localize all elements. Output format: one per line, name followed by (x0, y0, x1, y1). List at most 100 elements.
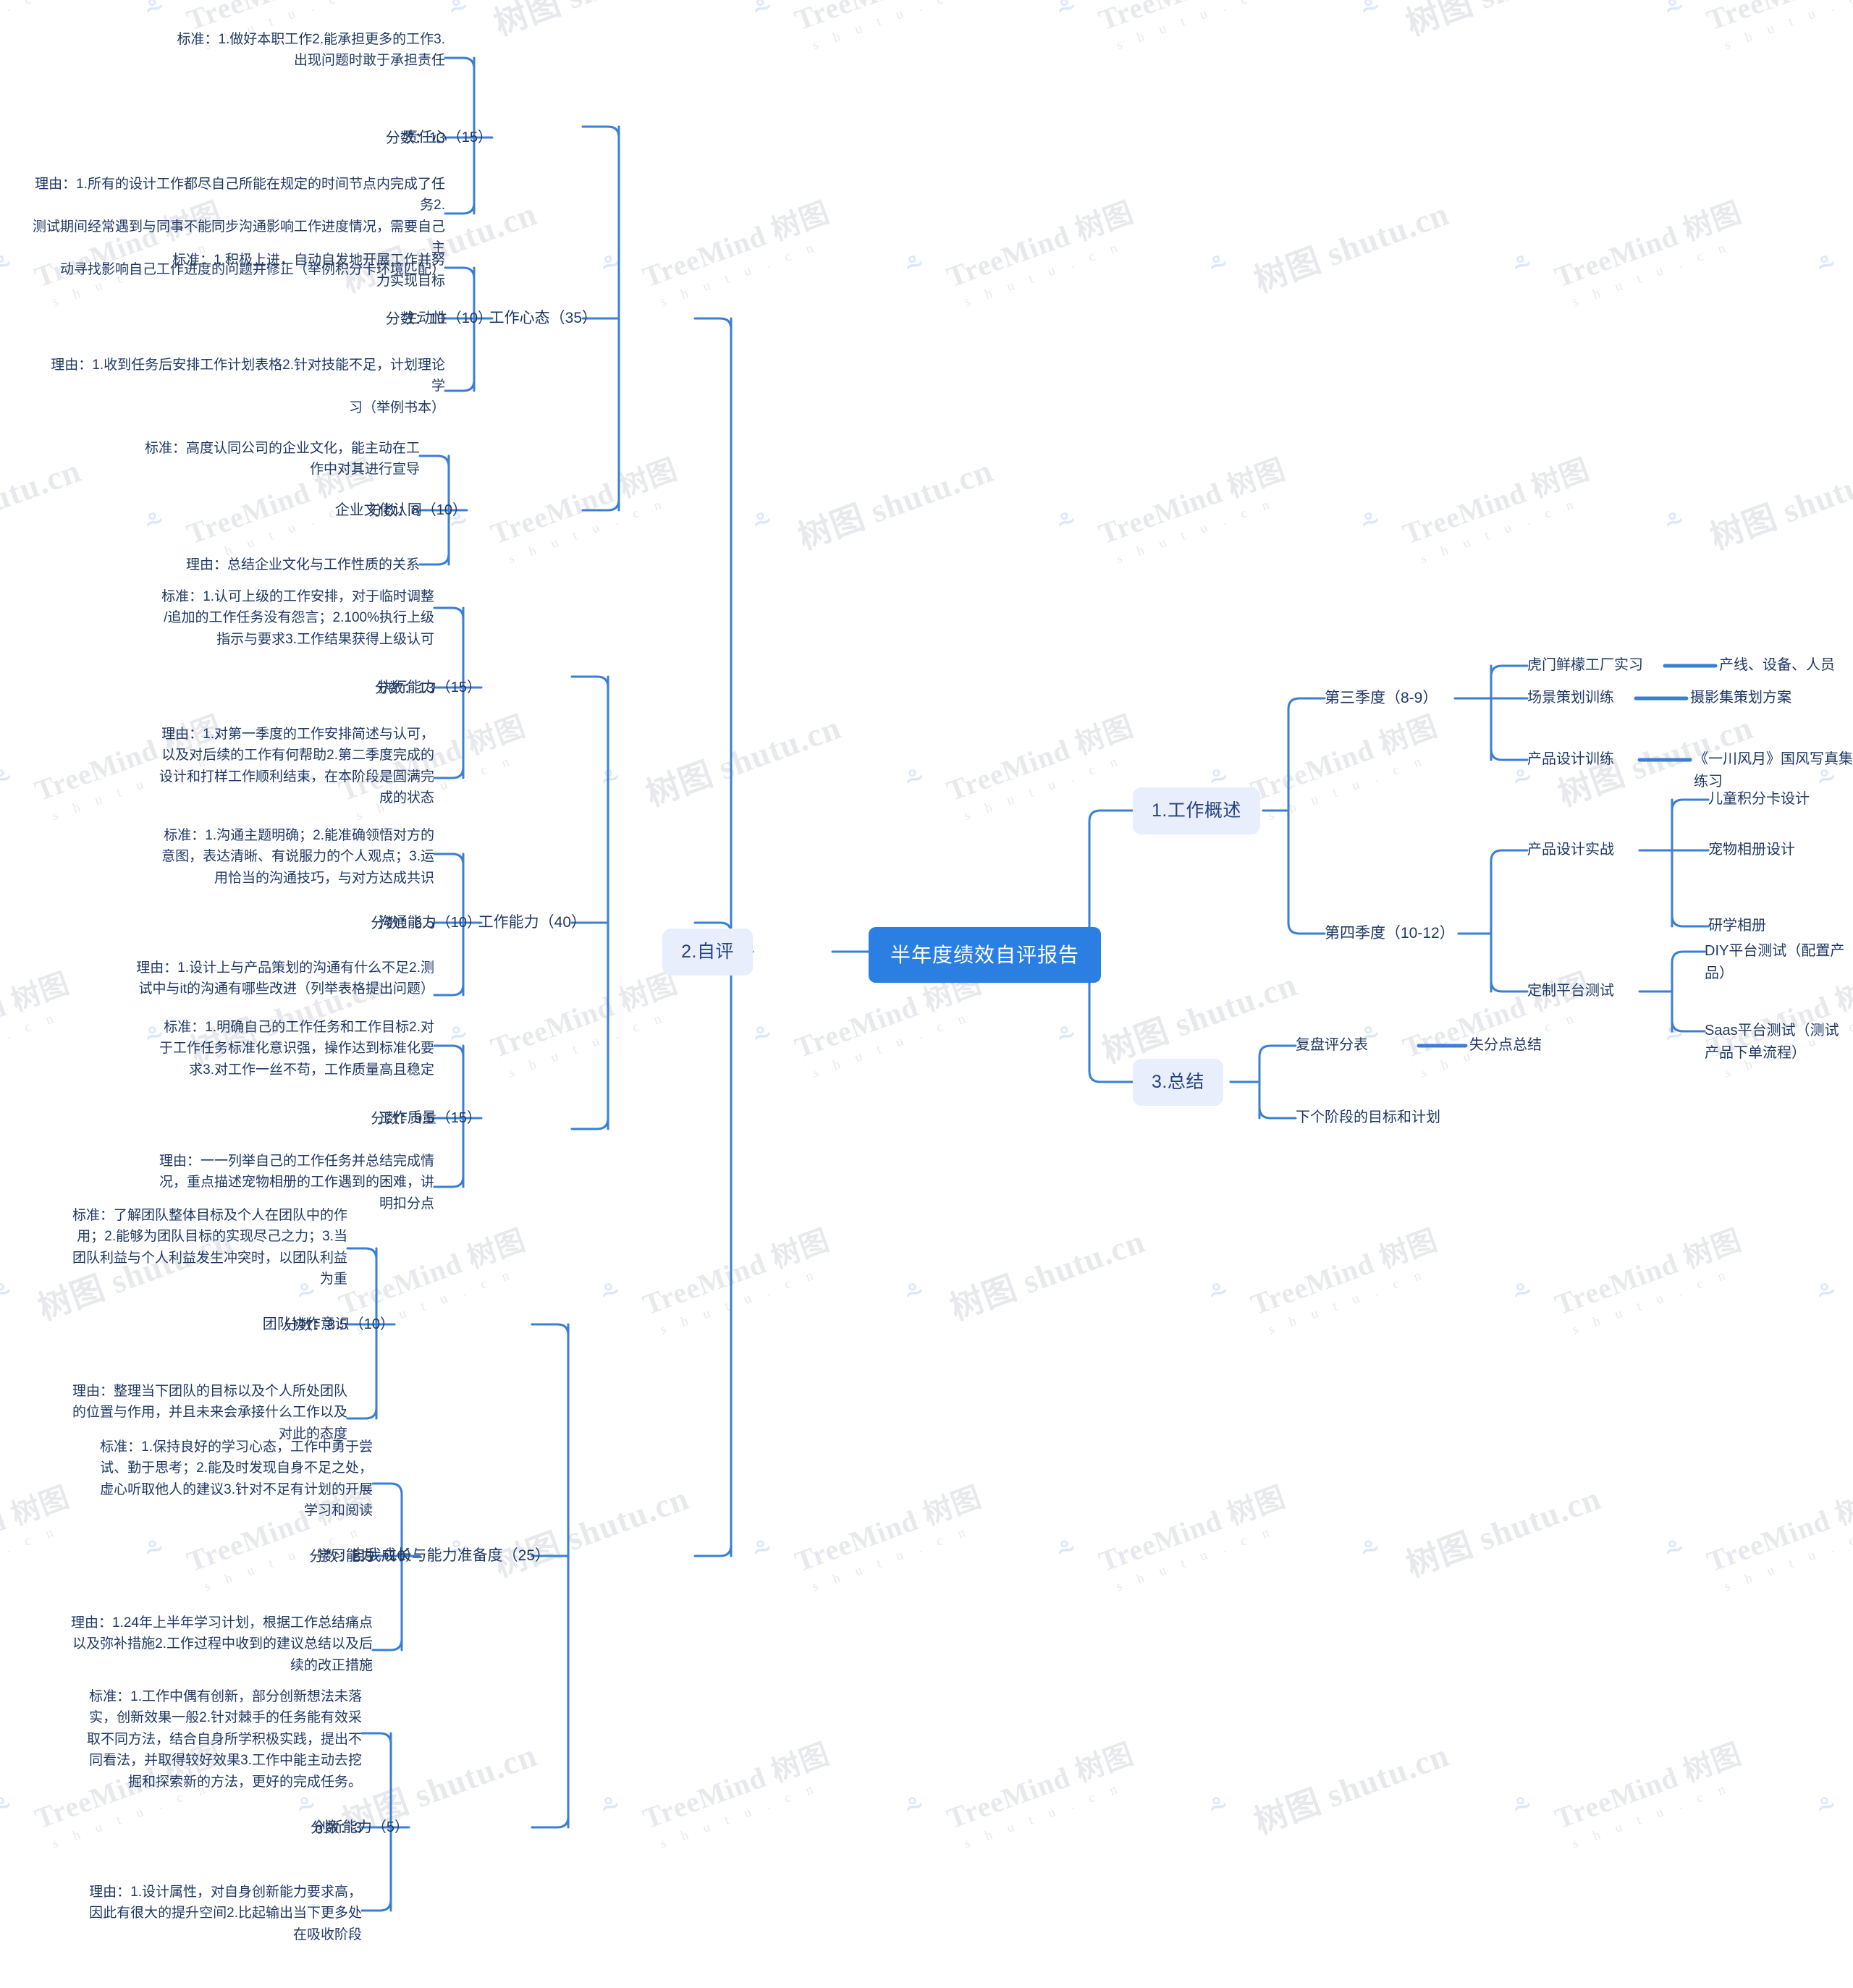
watermark-leaf-icon: ⸛ (1507, 1272, 1538, 1314)
item-work-quality-score: 分数：9.5 (371, 1111, 434, 1127)
item-initiative-standard: 标准：1.积极上进，自动自发地开展工作并努 力实现目标 (172, 253, 445, 289)
watermark-leaf-icon: ⸛ (139, 1529, 170, 1571)
watermark-leaf-icon: ⸛ (1355, 502, 1386, 543)
item-responsibility-standard: 标准：1.做好本职工作2.能承担更多的工作3. 出现问题时敢于承担责任 (177, 32, 445, 69)
node-q4-item-1[interactable]: 产品设计实战 (1527, 839, 1614, 861)
item-execution-score: 分数：13 (374, 680, 434, 696)
node-lost-points-summary[interactable]: 失分点总结 (1469, 1034, 1542, 1057)
item-learning-reason: 理由：1.24年上半年学习计划，根据工作总结痛点 以及弥补措施2.工作过程中收到… (71, 1615, 373, 1673)
watermark-leaf-icon: ⸛ (899, 245, 930, 287)
watermark-leaf-icon: ⸛ (139, 502, 170, 543)
node-platform-test-2[interactable]: Saas平台测试（测试产品下单流程） (1705, 1020, 1853, 1065)
item-initiative-score: 分数：10 (385, 311, 445, 327)
watermark-text: 树图 shutu.cn (793, 452, 998, 557)
node-product-design-3[interactable]: 研学相册 (1708, 915, 1766, 937)
item-learning-standard: 标准：1.保持良好的学习心态，工作中勇于尝 试、勤于思考；2.能及时发现自身不足… (100, 1439, 373, 1519)
node-q3-item-1-detail[interactable]: 产线、设备、人员 (1719, 654, 1835, 677)
node-q3-item-3-detail[interactable]: 《一川风月》国风写真集练习 (1694, 748, 1853, 793)
node-next-stage-goals[interactable]: 下个阶段的目标和计划 (1296, 1107, 1440, 1129)
watermark-text: TreeMind 树图s h u t u . c n (1246, 709, 1442, 824)
watermark-leaf-icon: ⸛ (1507, 245, 1538, 287)
watermark-leaf-icon: ⸛ (1203, 245, 1234, 287)
watermark-text: 树图 shutu.cn (1249, 195, 1454, 300)
watermark-leaf-icon: ⸛ (899, 758, 930, 800)
node-product-design-2[interactable]: 宠物相册设计 (1708, 839, 1795, 861)
node-review-score-table[interactable]: 复盘评分表 (1296, 1034, 1368, 1057)
watermark-text: TreeMind 树图s h u t u . c n (638, 195, 834, 310)
watermark-text: 树图 shutu.cn (0, 452, 86, 556)
item-innovation-reason: 理由：1.设计属性，对自身创新能力要求高， 因此有很大的提升空间2.比起输出当下… (89, 1885, 362, 1942)
watermark-leaf-icon: ⸛ (1659, 0, 1690, 30)
watermark-text: TreeMind 树图s h u t u . c n (942, 195, 1138, 310)
watermark-text: TreeMind 树图s h u t u . c n (1094, 1480, 1290, 1595)
node-q4[interactable]: 第四季度（10-12） (1325, 922, 1455, 946)
node-q4-item-2[interactable]: 定制平台测试 (1527, 980, 1614, 1002)
watermark-text: 树图 shutu.cn (1097, 965, 1302, 1070)
watermark-leaf-icon: ⸛ (1659, 1529, 1690, 1571)
watermark-leaf-icon: ⸛ (1051, 1015, 1082, 1057)
item-execution-reason: 理由：1.对第一季度的工作安排简述与认可， 以及对后续的工作有何帮助2.第二季度… (159, 727, 434, 806)
watermark-text: TreeMind 树图s h u t u . c n (0, 966, 74, 1081)
item-teamwork-standard: 标准：了解团队整体目标及个人在团队中的作 用；2.能够为团队目标的实现尽己之力；… (72, 1208, 347, 1287)
watermark-leaf-icon: ⸛ (1659, 502, 1690, 543)
item-learning-score: 分数：8.5 (309, 1549, 373, 1565)
node-q3-item-3[interactable]: 产品设计训练 (1527, 748, 1614, 771)
watermark-leaf-icon: ⸛ (1051, 0, 1082, 30)
watermark-leaf-icon: ⸛ (1355, 1529, 1386, 1571)
branch-summary[interactable]: 3.总结 (1133, 1059, 1223, 1106)
node-q3[interactable]: 第三季度（8-9） (1325, 687, 1438, 711)
item-communication-reason: 理由：1.设计上与产品策划的沟通有什么不足2.测 试中与it的沟通有哪些改进（列… (136, 960, 434, 997)
watermark-leaf-icon: ⸛ (595, 1786, 626, 1828)
item-communication-score: 分数：6.5 (371, 915, 434, 931)
node-q3-item-1[interactable]: 虎门鲜檬工厂实习 (1527, 654, 1643, 677)
watermark-leaf-icon: ⸛ (139, 0, 170, 30)
branch-work-overview[interactable]: 1.工作概述 (1133, 787, 1260, 834)
item-teamwork-reason: 理由：整理当下团队的目标以及个人所处团队 的位置与作用，并且未来会承接什么工作以… (72, 1384, 347, 1442)
watermark-text: TreeMind 树图s h u t u . c n (790, 1480, 986, 1595)
item-culture-identity-standard: 标准：高度认同公司的企业文化，能主动在工 作中对其进行宣导 (144, 441, 420, 478)
watermark-leaf-icon: ⸛ (1659, 1015, 1690, 1057)
watermark-text: 树图 shutu.cn (1249, 1736, 1454, 1841)
watermark-text: TreeMind 树图s h u t u . c n (638, 1737, 834, 1852)
item-initiative-reason: 理由：1.收到任务后安排工作计划表格2.针对技能不足，计划理论学 习（举例书本） (51, 358, 445, 415)
watermark-leaf-icon: ⸛ (595, 245, 626, 287)
watermark-leaf-icon: ⸛ (0, 758, 18, 800)
watermark-leaf-icon: ⸛ (747, 0, 778, 30)
node-product-design-1[interactable]: 儿童积分卡设计 (1708, 788, 1810, 811)
watermark-text: TreeMind 树图s h u t u . c n (0, 0, 74, 53)
watermark-text: 树图 shutu.cn (1401, 1479, 1606, 1584)
watermark-leaf-icon: ⸛ (0, 245, 18, 287)
watermark-text: TreeMind 树图s h u t u . c n (942, 709, 1138, 824)
watermark-leaf-icon: ⸛ (1507, 1786, 1538, 1828)
branch-self-evaluation[interactable]: 2.自评 (662, 929, 753, 976)
watermark-text: 树图 shutu.cn (1705, 452, 1853, 557)
watermark-leaf-icon: ⸛ (747, 1529, 778, 1571)
watermark-text: 树图 shutu.cn (486, 0, 695, 45)
watermark-text: 树图 shutu.cn (945, 1222, 1150, 1327)
item-work-quality-standard: 标准：1.明确自己的工作任务和工作目标2.对 于工作任务标准化意识强，操作达到标… (159, 1020, 434, 1078)
watermark-text: TreeMind 树图s h u t u . c n (1702, 1480, 1853, 1595)
watermark-text: 树图 shutu.cn (641, 709, 846, 813)
watermark-text: TreeMind 树图s h u t u . c n (1550, 1737, 1746, 1852)
item-innovation-score: 分数：3 (310, 1820, 362, 1836)
watermark-text: TreeMind 树图s h u t u . c n (1094, 452, 1290, 567)
watermark-leaf-icon: ⸛ (443, 0, 474, 30)
mindmap-canvas: ⸛ TreeMind 树图s h u t u . c n ⸛ TreeMind 树图s… (0, 0, 1853, 1988)
watermark-leaf-icon: ⸛ (1811, 1272, 1842, 1314)
watermark-leaf-icon: ⸛ (1811, 245, 1842, 287)
root-node[interactable]: 半年度绩效自评报告 (869, 927, 1102, 984)
group-work-ability[interactable]: 工作能力（40） (478, 911, 586, 935)
watermark-leaf-icon: ⸛ (1355, 0, 1386, 30)
node-platform-test-1[interactable]: DIY平台测试（配置产品） (1705, 940, 1853, 985)
node-q3-item-2[interactable]: 场景策划训练 (1527, 687, 1614, 709)
node-q3-item-2-detail[interactable]: 摄影集策划方案 (1690, 687, 1791, 709)
item-responsibility-score: 分数：13 (385, 130, 445, 146)
watermark-text: TreeMind 树图s h u t u . c n (942, 1737, 1138, 1852)
item-culture-identity-score: 分数：8 (368, 503, 420, 519)
watermark-leaf-icon: ⸛ (595, 1272, 626, 1314)
watermark-text: TreeMind 树图s h u t u . c n (486, 966, 682, 1081)
watermark-leaf-icon: ⸛ (1051, 1529, 1082, 1571)
group-work-attitude[interactable]: 工作心态（35） (489, 307, 597, 331)
item-innovation-standard: 标准：1.工作中偶有创新，部分创新想法未落 实，创新效果一般2.针对棘手的任务能… (86, 1689, 362, 1790)
watermark-leaf-icon: ⸛ (1203, 1786, 1234, 1828)
